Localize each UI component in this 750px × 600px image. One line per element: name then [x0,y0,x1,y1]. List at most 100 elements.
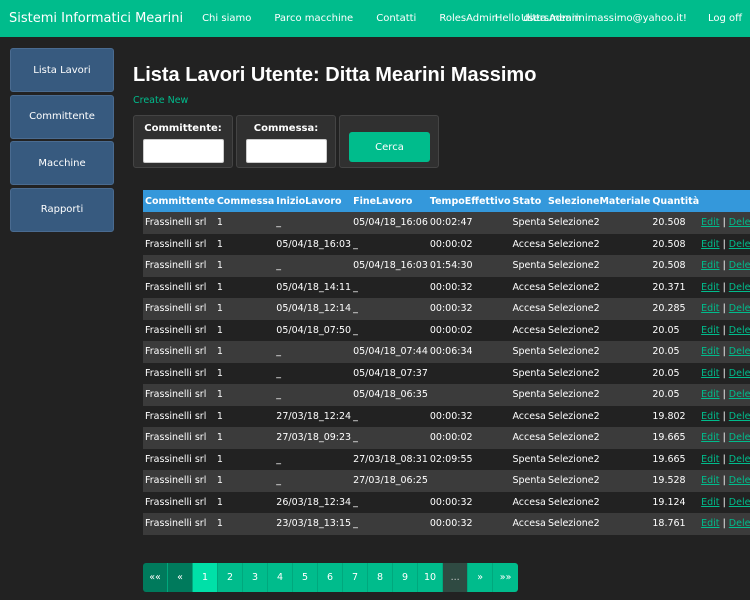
sidebar-item-rapporti[interactable]: Rapporti [10,187,114,232]
cell-quantita: 20.05 [652,346,680,358]
page-3-button[interactable]: 3 [243,563,268,592]
cell-inizio-lavoro: 26/03/18_12:34 [276,496,352,508]
edit-link[interactable]: Edit [701,346,719,357]
delete-link[interactable]: Delete [729,217,750,228]
table-row: Frassinelli srl 1 27/03/18_09:23 _ 00:00:02 A… [143,427,750,449]
edit-link[interactable]: Edit [701,411,719,422]
edit-link[interactable]: Edit [701,217,719,228]
delete-link[interactable]: Delete [729,518,750,529]
cell-selezione-materiale: Selezione2 [547,260,600,272]
action-separator: | [722,260,726,272]
row-actions: Edit | Delete [699,255,750,277]
cell-inizio-lavoro: 27/03/18_09:23 [276,432,352,444]
delete-link[interactable]: Delete [729,239,750,250]
edit-link[interactable]: Edit [701,518,719,529]
cell-inizio-lavoro: 05/04/18_16:03 [276,238,352,250]
cell-tempo-effettivo: 00:00:32 [429,496,473,508]
cell-commessa: 1 [216,217,223,229]
table-row: Frassinelli srl 1 05/04/18_12:14 _ 00:00:32 A… [143,298,750,320]
commessa-label: Commessa: [253,123,319,134]
page-6-button[interactable]: 6 [318,563,343,592]
sidebar-item-committente[interactable]: Committente [10,94,114,139]
page-2-button[interactable]: 2 [218,563,243,592]
logoff-link[interactable]: Log off [708,13,742,24]
cell-selezione-materiale: Selezione2 [547,453,600,465]
action-separator: | [722,410,726,422]
edit-link[interactable]: Edit [701,325,719,336]
table-row: Frassinelli srl 1 _ 27/03/18_08:31 02:09:55 S… [143,448,750,470]
brand-link[interactable]: Sistemi Informatici Mearini [9,11,183,26]
page-8-button[interactable]: 8 [368,563,393,592]
page-next-button[interactable]: » [468,563,494,592]
committente-input[interactable] [143,139,224,163]
cell-quantita: 20.05 [652,367,680,379]
cell-tempo-effettivo: 00:00:32 [429,410,473,422]
cell-committente: Frassinelli srl [145,518,207,530]
sidebar-item-macchine[interactable]: Macchine [10,141,114,185]
cell-inizio-lavoro: 23/03/18_13:15 [276,518,352,530]
delete-link[interactable]: Delete [729,432,750,443]
cell-fine-lavoro: 05/04/18_16:06 [353,217,428,229]
cell-quantita: 19.665 [652,453,686,465]
delete-link[interactable]: Delete [729,260,750,271]
cell-fine-lavoro: 05/04/18_07:37 [353,367,428,379]
edit-link[interactable]: Edit [701,454,719,465]
header-selezione-materiale: SelezioneMateriale [545,190,651,212]
edit-link[interactable]: Edit [701,368,719,379]
table-row: Frassinelli srl 1 _ 05/04/18_16:03 01:54:30 S… [143,255,750,277]
delete-link[interactable]: Delete [729,282,750,293]
delete-link[interactable]: Delete [729,303,750,314]
page-prev-button[interactable]: « [168,563,193,592]
cell-commessa: 1 [216,346,223,358]
delete-link[interactable]: Delete [729,325,750,336]
nav-contatti[interactable]: Contatti [376,13,416,24]
cell-commessa: 1 [216,367,223,379]
page-7-button[interactable]: 7 [343,563,368,592]
edit-link[interactable]: Edit [701,239,719,250]
sidebar-item-lista-lavori[interactable]: Lista Lavori [10,48,114,92]
delete-link[interactable]: Delete [729,389,750,400]
page-last-button[interactable]: »» [493,563,519,592]
row-actions: Edit | Delete [699,363,750,385]
row-actions: Edit | Delete [699,492,750,514]
cell-stato: Spenta [512,217,546,229]
edit-link[interactable]: Edit [701,303,719,314]
edit-link[interactable]: Edit [701,389,719,400]
delete-link[interactable]: Delete [729,497,750,508]
page-5-button[interactable]: 5 [293,563,318,592]
delete-link[interactable]: Delete [729,346,750,357]
header-commessa: Commessa [214,190,275,212]
delete-link[interactable]: Delete [729,475,750,486]
cell-commessa: 1 [216,260,223,272]
cell-tempo-effettivo: 00:00:32 [429,281,473,293]
cell-selezione-materiale: Selezione2 [547,410,600,422]
commessa-input[interactable] [246,139,327,163]
delete-link[interactable]: Delete [729,454,750,465]
cell-selezione-materiale: Selezione2 [547,346,600,358]
nav-chi-siamo[interactable]: Chi siamo [202,13,251,24]
cell-tempo-effettivo: 01:54:30 [429,260,473,272]
page-first-button[interactable]: «« [143,563,168,592]
cell-commessa: 1 [216,475,223,487]
cell-fine-lavoro: _ [353,238,358,250]
cell-selezione-materiale: Selezione2 [547,324,600,336]
cell-selezione-materiale: Selezione2 [547,303,600,315]
delete-link[interactable]: Delete [729,368,750,379]
edit-link[interactable]: Edit [701,432,719,443]
user-greeting-link[interactable]: Hello ditta.mearinimassimo@yahoo.it! [495,13,687,24]
page-10-button[interactable]: 10 [418,563,444,592]
cell-committente: Frassinelli srl [145,238,207,250]
page-4-button[interactable]: 4 [268,563,293,592]
cerca-button[interactable]: Cerca [349,132,430,162]
delete-link[interactable]: Delete [729,411,750,422]
cell-inizio-lavoro: _ [276,217,282,229]
edit-link[interactable]: Edit [701,260,719,271]
edit-link[interactable]: Edit [701,475,719,486]
page-1-button[interactable]: 1 [193,563,218,592]
edit-link[interactable]: Edit [701,497,719,508]
page-9-button[interactable]: 9 [393,563,418,592]
cell-tempo-effettivo: 00:02:47 [429,217,473,229]
nav-parco-macchine[interactable]: Parco macchine [274,13,353,24]
create-new-link[interactable]: Create New [133,95,188,106]
edit-link[interactable]: Edit [701,282,719,293]
